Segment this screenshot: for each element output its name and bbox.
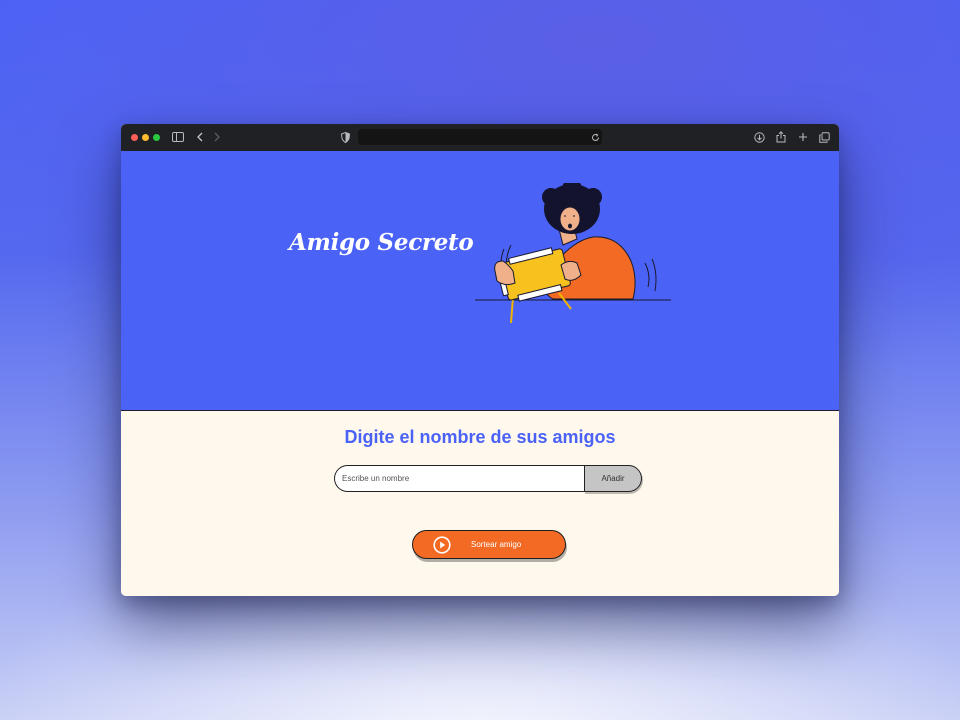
reload-icon[interactable]: [590, 130, 600, 144]
privacy-shield-icon[interactable]: [339, 130, 351, 144]
draw-button-label: Sortear amigo: [471, 540, 522, 549]
zoom-window-button[interactable]: [153, 134, 160, 141]
play-circle-icon: [433, 536, 451, 554]
browser-toolbar: [121, 124, 839, 152]
main-content: Digite el nombre de sus amigos Añadir So…: [121, 411, 839, 596]
person-playing-console-illustration: [475, 183, 671, 323]
tabs-overview-icon[interactable]: [818, 130, 830, 144]
sidebar-icon[interactable]: [171, 130, 185, 144]
name-input[interactable]: [334, 465, 585, 492]
add-friend-form: Añadir: [334, 465, 643, 492]
draw-friend-button[interactable]: Sortear amigo: [412, 530, 566, 559]
browser-window: Amigo Secreto Digite el nombre de sus am…: [121, 124, 839, 596]
close-window-button[interactable]: [131, 134, 138, 141]
hero-banner: Amigo Secreto: [121, 151, 839, 411]
share-icon[interactable]: [775, 130, 787, 144]
address-bar[interactable]: [358, 129, 602, 145]
download-icon[interactable]: [753, 130, 765, 144]
back-icon[interactable]: [195, 130, 205, 144]
hero-title: Amigo Secreto: [289, 229, 474, 256]
section-heading: Digite el nombre de sus amigos: [344, 427, 616, 447]
add-button[interactable]: Añadir: [584, 465, 642, 492]
minimize-window-button[interactable]: [142, 134, 149, 141]
new-tab-icon[interactable]: [797, 130, 809, 144]
forward-icon[interactable]: [212, 130, 222, 144]
